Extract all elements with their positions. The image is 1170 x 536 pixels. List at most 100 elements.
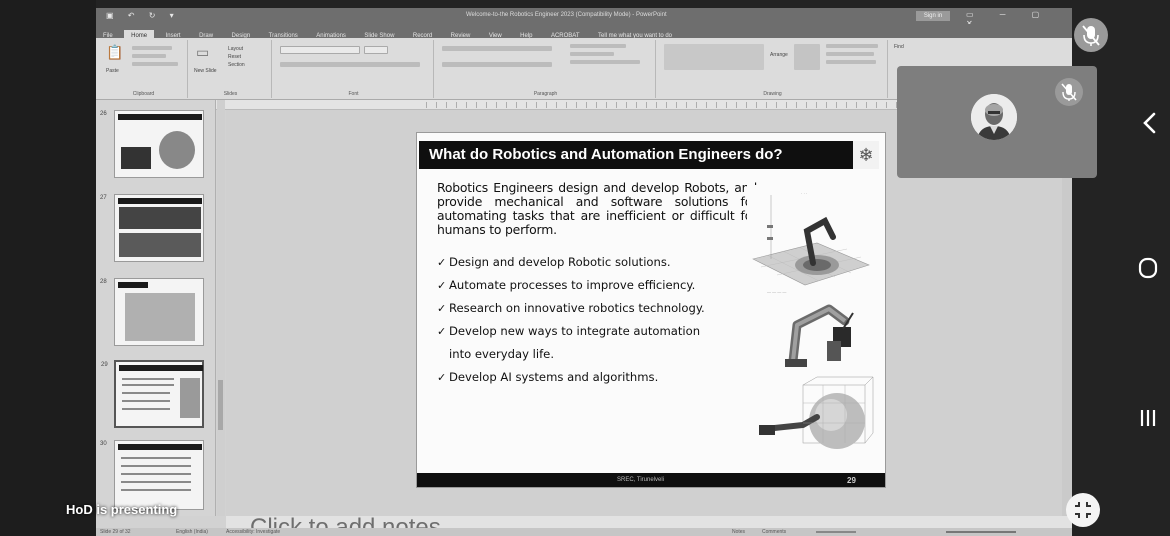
mic-off-icon[interactable] bbox=[1074, 18, 1108, 52]
snowflake-logo-icon: ❄ bbox=[853, 141, 879, 169]
convert-smartart-button[interactable] bbox=[570, 60, 640, 64]
thumbnail-text-line bbox=[121, 457, 191, 459]
thumbnail-text-line bbox=[121, 465, 191, 467]
thumbnail-header bbox=[118, 114, 202, 120]
presenter-text: HoD is presenting bbox=[66, 502, 178, 517]
align-buttons[interactable] bbox=[442, 62, 552, 67]
thumbnail-text-line bbox=[122, 378, 174, 380]
shape-fill-button[interactable] bbox=[826, 44, 878, 48]
slide-thumbnail[interactable]: 28 bbox=[100, 278, 204, 346]
bullet-item[interactable]: ✓ Develop AI systems and algorithms. bbox=[437, 366, 767, 389]
bullet-item[interactable]: ✓ Develop new ways to integrate automatio… bbox=[437, 320, 767, 343]
font-size-dropdown[interactable] bbox=[364, 46, 388, 54]
reset-button[interactable]: Reset bbox=[228, 54, 241, 60]
slide-thumbnail[interactable]: 26 bbox=[100, 110, 204, 178]
clipboard-group: 📋 Paste Clipboard bbox=[100, 40, 188, 98]
slide-bullet-list[interactable]: ✓ Design and develop Robotic solutions. ✓… bbox=[437, 251, 767, 389]
text-direction-button[interactable] bbox=[570, 44, 626, 48]
shape-outline-button[interactable] bbox=[826, 52, 874, 56]
thumbnail-scrollbar[interactable] bbox=[217, 100, 225, 516]
thumbnail-image bbox=[180, 378, 200, 418]
thumbnail-header bbox=[118, 198, 202, 204]
thumbnail-text-line bbox=[121, 489, 191, 491]
svg-text:— — — —: — — — — bbox=[767, 289, 786, 294]
thumbnail-text-line bbox=[122, 400, 170, 402]
quick-access-toolbar[interactable]: ▣ ↶ ↻ ▾ bbox=[106, 11, 180, 20]
thumbnail-image bbox=[119, 233, 201, 257]
bullet-item-continuation[interactable]: into everyday life. bbox=[437, 343, 767, 366]
chevron-left-icon[interactable] bbox=[1136, 108, 1164, 138]
slide-title[interactable]: What do Robotics and Automation Engineer… bbox=[429, 146, 783, 163]
group-label-slides: Slides bbox=[223, 91, 238, 97]
paste-icon[interactable]: 📋 bbox=[106, 44, 123, 61]
cut-button[interactable] bbox=[132, 46, 172, 50]
participant-avatar bbox=[971, 94, 1017, 140]
shapes-gallery[interactable] bbox=[664, 44, 764, 70]
thumbnail-number: 28 bbox=[100, 279, 107, 285]
industrial-robot-image bbox=[779, 301, 863, 373]
thumbnail-image bbox=[121, 147, 151, 169]
slide-thumbnails-pane[interactable]: 26 27 28 29 30 bbox=[96, 100, 216, 516]
slide-intro-text[interactable]: Robotics Engineers design and develop Ro… bbox=[437, 181, 757, 237]
font-format-buttons[interactable] bbox=[280, 62, 420, 67]
layout-button[interactable]: Layout bbox=[228, 46, 243, 52]
robot-workspace-plot-image bbox=[757, 373, 875, 465]
thumbnail-number: 27 bbox=[100, 195, 107, 201]
scrollbar-thumb[interactable] bbox=[218, 380, 223, 430]
slide-footer-text: SREC, Tirunelveli bbox=[617, 477, 665, 483]
thumbnail-text-line bbox=[122, 392, 170, 394]
new-slide-label[interactable]: New Slide bbox=[194, 68, 217, 74]
thumbnail-image bbox=[119, 207, 201, 229]
bullet-text: Research on innovative robotics technolo… bbox=[449, 301, 705, 315]
bullet-item[interactable]: ✓ Design and develop Robotic solutions. bbox=[437, 251, 767, 274]
bullet-text: Develop new ways to integrate automation bbox=[449, 324, 701, 338]
recents-icon[interactable] bbox=[1134, 404, 1162, 432]
group-label-font: Font bbox=[348, 91, 359, 97]
arrange-button[interactable]: Arrange bbox=[770, 52, 788, 58]
align-text-button[interactable] bbox=[570, 52, 614, 56]
thumbnail-text-line bbox=[121, 481, 191, 483]
notes-toggle[interactable]: Notes bbox=[732, 529, 745, 535]
check-icon: ✓ bbox=[437, 325, 447, 338]
title-bar: ▣ ↶ ↻ ▾ Welcome-to-the Robotics Engineer… bbox=[96, 8, 1072, 28]
current-slide[interactable]: What do Robotics and Automation Engineer… bbox=[416, 132, 886, 488]
find-button[interactable]: Find bbox=[894, 44, 904, 50]
mic-off-icon[interactable] bbox=[1055, 78, 1083, 106]
collapse-icon[interactable] bbox=[1066, 493, 1100, 527]
self-video-tile[interactable] bbox=[897, 66, 1097, 178]
left-letterbox bbox=[0, 0, 96, 536]
document-title: Welcome-to-the Robotics Engineer 2023 (C… bbox=[466, 12, 667, 18]
thumbnail-image bbox=[125, 293, 195, 341]
paragraph-group: Paragraph bbox=[436, 40, 656, 98]
font-name-dropdown[interactable] bbox=[280, 46, 360, 54]
thumbnail-number: 29 bbox=[101, 362, 108, 368]
paste-label[interactable]: Paste bbox=[106, 68, 119, 74]
notes-pane[interactable]: Click to add notes bbox=[226, 516, 1072, 528]
notes-placeholder[interactable]: Click to add notes bbox=[250, 516, 441, 528]
slide-thumbnail[interactable]: 30 bbox=[100, 440, 204, 510]
zoom-slider[interactable] bbox=[946, 531, 1016, 533]
slide-thumbnail[interactable]: 27 bbox=[100, 194, 204, 262]
group-label-paragraph: Paragraph bbox=[533, 91, 558, 97]
font-group: Font bbox=[274, 40, 434, 98]
group-label-clipboard: Clipboard bbox=[132, 91, 155, 97]
quick-styles-button[interactable] bbox=[794, 44, 820, 70]
thumbnail-number: 30 bbox=[100, 441, 107, 447]
format-painter-button[interactable] bbox=[132, 62, 178, 66]
accessibility-status[interactable]: Accessibility: Investigate bbox=[226, 529, 280, 535]
copy-button[interactable] bbox=[132, 54, 166, 58]
sign-in-button[interactable]: Sign in bbox=[916, 11, 950, 21]
view-buttons[interactable] bbox=[816, 531, 856, 533]
language-status[interactable]: English (India) bbox=[176, 529, 208, 535]
thumbnail-header bbox=[118, 282, 148, 288]
comments-toggle[interactable]: Comments bbox=[762, 529, 786, 535]
new-slide-icon[interactable]: ▭ bbox=[196, 44, 209, 61]
bullet-item[interactable]: ✓ Automate processes to improve efficienc… bbox=[437, 274, 767, 297]
bullet-item[interactable]: ✓ Research on innovative robotics technol… bbox=[437, 297, 767, 320]
shape-effects-button[interactable] bbox=[826, 60, 876, 64]
circle-home-icon[interactable] bbox=[1134, 254, 1162, 282]
slide-thumbnail-selected[interactable]: 29 bbox=[101, 360, 204, 428]
section-button[interactable]: Section bbox=[228, 62, 245, 68]
list-buttons[interactable] bbox=[442, 46, 552, 51]
thumbnail-text-line bbox=[122, 408, 170, 410]
